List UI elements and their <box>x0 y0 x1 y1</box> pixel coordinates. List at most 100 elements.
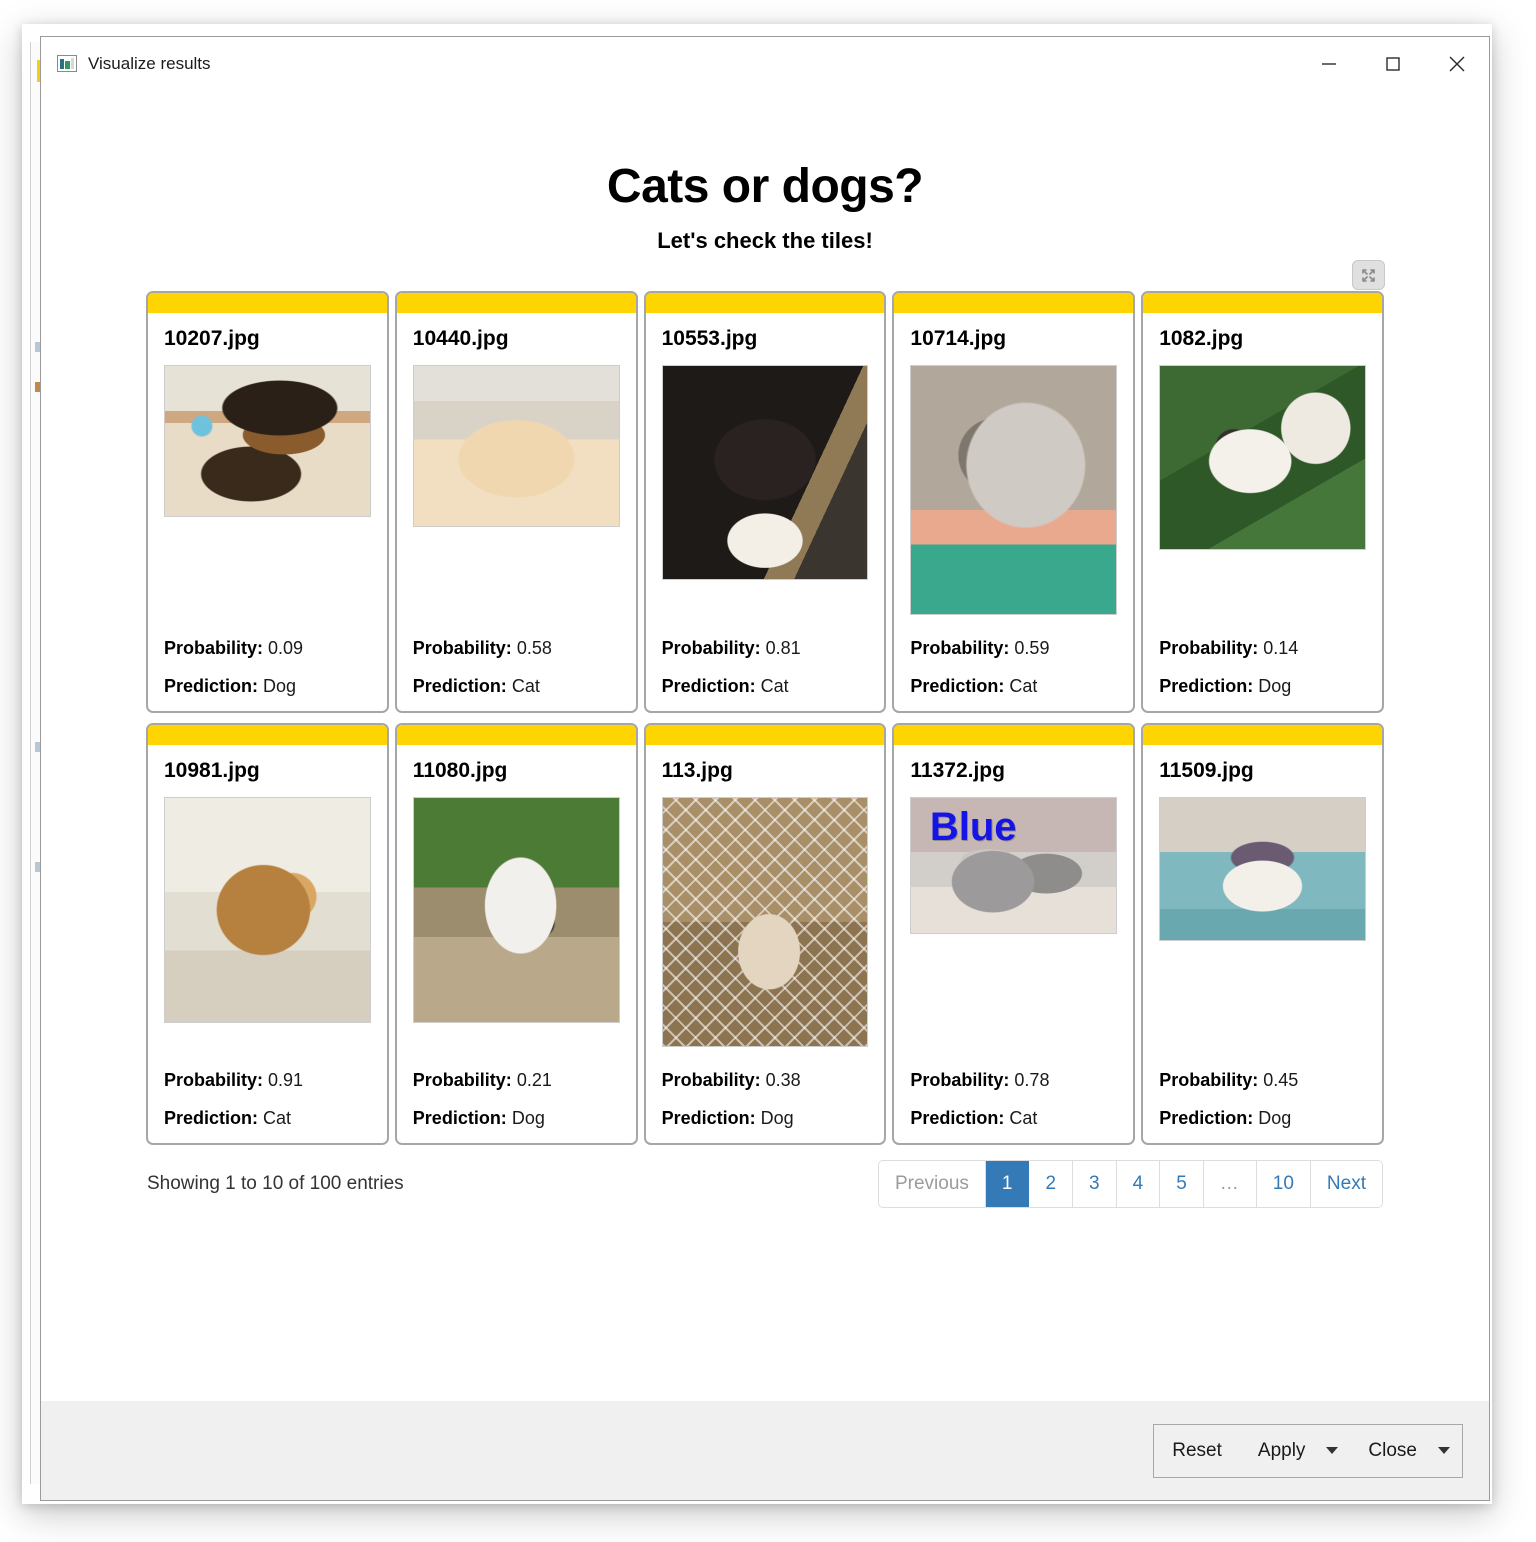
pagination-page-2[interactable]: 2 <box>1029 1161 1074 1207</box>
card-accent-bar <box>396 725 636 745</box>
card-thumbnail[interactable] <box>661 365 869 580</box>
card-body: 10553.jpg Probability: 0.81 Prediction: Ca… <box>646 313 885 711</box>
prediction-value: Dog <box>1258 676 1292 696</box>
prediction-value: Dog <box>263 676 297 696</box>
apply-button[interactable]: Apply <box>1239 1424 1324 1477</box>
card-spacer <box>910 615 1117 621</box>
card-filename: 10207.jpg <box>164 327 260 350</box>
prediction-label: Prediction: <box>1159 676 1254 696</box>
prediction-label: Prediction: <box>661 676 756 696</box>
thumbnail-image <box>1160 798 1365 940</box>
prediction-label: Prediction: <box>412 676 507 696</box>
chevron-down-icon <box>1326 1447 1339 1454</box>
prediction-line: Prediction: Cat <box>413 676 620 697</box>
card-accent-bar <box>148 293 387 313</box>
prediction-label: Prediction: <box>412 1108 507 1128</box>
prediction-line: Prediction: Dog <box>413 1108 620 1129</box>
card-spacer <box>1159 941 1366 1053</box>
result-card[interactable]: 11372.jpg Blue Probability: 0.78 Prediction… <box>892 723 1136 1145</box>
expand-icon[interactable] <box>1352 260 1385 290</box>
card-thumbnail[interactable] <box>412 365 620 527</box>
card-spacer <box>164 517 371 621</box>
result-card[interactable]: 1082.jpg Probability: 0.14 Prediction: Dog <box>1141 291 1384 713</box>
card-body: 10207.jpg Probability: 0.09 Prediction: Do… <box>148 313 387 711</box>
result-card[interactable]: 10714.jpg Probability: 0.59 Prediction: Ca… <box>892 291 1136 713</box>
prediction-value: Cat <box>1009 1108 1038 1128</box>
result-card[interactable]: 10440.jpg Probability: 0.58 Prediction: Ca… <box>394 291 638 713</box>
probability-value: 0.09 <box>268 638 304 658</box>
card-thumbnail[interactable] <box>1159 365 1366 550</box>
chevron-down-icon <box>1438 1447 1450 1454</box>
probability-line: Probability: 0.59 <box>910 638 1117 659</box>
card-filename: 113.jpg <box>661 759 733 782</box>
card-accent-bar <box>396 293 636 313</box>
window-title: Visualize results <box>88 53 211 73</box>
card-thumbnail[interactable] <box>661 797 869 1047</box>
thumbnail-overlay-text: Blue <box>929 804 1017 849</box>
card-body: 11509.jpg Probability: 0.45 Prediction: Do… <box>1143 745 1382 1143</box>
thumbnail-image <box>165 798 370 1022</box>
maximize-icon[interactable] <box>1361 37 1425 90</box>
card-accent-bar <box>148 725 387 745</box>
result-card[interactable]: 11080.jpg Probability: 0.21 Prediction: Do… <box>394 723 638 1145</box>
pagination-next[interactable]: Next <box>1310 1161 1382 1207</box>
card-body: 10714.jpg Probability: 0.59 Prediction: Ca… <box>894 313 1133 711</box>
result-card[interactable]: 11509.jpg Probability: 0.45 Prediction: Do… <box>1141 723 1384 1145</box>
prediction-value: Dog <box>511 1108 545 1128</box>
probability-value: 0.38 <box>765 1070 801 1090</box>
prediction-label: Prediction: <box>661 1108 756 1128</box>
probability-label: Probability: <box>661 1070 761 1090</box>
card-thumbnail[interactable]: Blue <box>910 797 1118 934</box>
pagination-page-5[interactable]: 5 <box>1160 1161 1204 1207</box>
prediction-value: Cat <box>760 676 789 696</box>
close-icon[interactable] <box>1425 37 1489 90</box>
result-card[interactable]: 10207.jpg Probability: 0.09 Prediction: Do… <box>146 291 389 713</box>
card-filename: 10553.jpg <box>661 327 758 350</box>
card-thumbnail[interactable] <box>1159 797 1366 941</box>
probability-value: 0.59 <box>1014 638 1050 658</box>
card-filename: 11509.jpg <box>1159 759 1254 782</box>
pagination-previous[interactable]: Previous <box>878 1161 986 1207</box>
probability-label: Probability: <box>412 638 512 658</box>
prediction-value: Dog <box>760 1108 794 1128</box>
card-thumbnail[interactable] <box>164 365 371 517</box>
card-filename: 11372.jpg <box>910 759 1005 782</box>
app-window-icon <box>57 55 77 72</box>
probability-label: Probability: <box>1159 638 1259 658</box>
entries-info: Showing 1 to 10 of 100 entries <box>147 1173 404 1194</box>
reset-button[interactable]: Reset <box>1154 1424 1240 1477</box>
close-dropdown-toggle[interactable] <box>1435 1424 1462 1477</box>
probability-line: Probability: 0.38 <box>662 1070 869 1091</box>
card-body: 11372.jpg Blue Probability: 0.78 Prediction… <box>894 745 1133 1143</box>
close-button[interactable]: Close <box>1350 1424 1435 1477</box>
apply-dropdown-toggle[interactable] <box>1323 1424 1351 1477</box>
results-widget: 10207.jpg Probability: 0.09 Prediction: Do… <box>145 260 1385 1208</box>
results-grid: 10207.jpg Probability: 0.09 Prediction: Do… <box>145 290 1385 1156</box>
thumbnail-image <box>413 798 619 1022</box>
card-body: 1082.jpg Probability: 0.14 Prediction: Dog <box>1143 313 1382 711</box>
card-thumbnail[interactable] <box>910 365 1118 615</box>
probability-value: 0.21 <box>516 1070 552 1090</box>
probability-label: Probability: <box>910 638 1010 658</box>
pagination-page-3[interactable]: 3 <box>1073 1161 1117 1207</box>
card-body: 10440.jpg Probability: 0.58 Prediction: Ca… <box>397 313 636 711</box>
result-card[interactable]: 113.jpg Probability: 0.38 Prediction: Dog <box>643 723 887 1145</box>
card-accent-bar <box>894 725 1134 745</box>
card-filename: 10440.jpg <box>412 327 509 350</box>
screen: Visualize results Cats or dogs? Let's ch… <box>0 0 1536 1542</box>
card-body: 11080.jpg Probability: 0.21 Prediction: Do… <box>397 745 636 1143</box>
probability-line: Probability: 0.45 <box>1159 1070 1366 1091</box>
card-thumbnail[interactable] <box>412 797 620 1023</box>
result-card[interactable]: 10981.jpg Probability: 0.91 Prediction: Ca… <box>146 723 389 1145</box>
probability-label: Probability: <box>412 1070 512 1090</box>
minimize-icon[interactable] <box>1297 37 1361 90</box>
card-thumbnail[interactable] <box>164 797 371 1023</box>
prediction-value: Cat <box>511 676 540 696</box>
pagination-page-4[interactable]: 4 <box>1116 1161 1161 1207</box>
pagination-page-1[interactable]: 1 <box>985 1161 1030 1207</box>
pagination-page-10[interactable]: 10 <box>1256 1161 1311 1207</box>
result-card[interactable]: 10553.jpg Probability: 0.81 Prediction: Ca… <box>643 291 887 713</box>
probability-line: Probability: 0.91 <box>164 1070 371 1091</box>
prediction-line: Prediction: Dog <box>164 676 371 697</box>
thumbnail-image <box>662 366 868 579</box>
